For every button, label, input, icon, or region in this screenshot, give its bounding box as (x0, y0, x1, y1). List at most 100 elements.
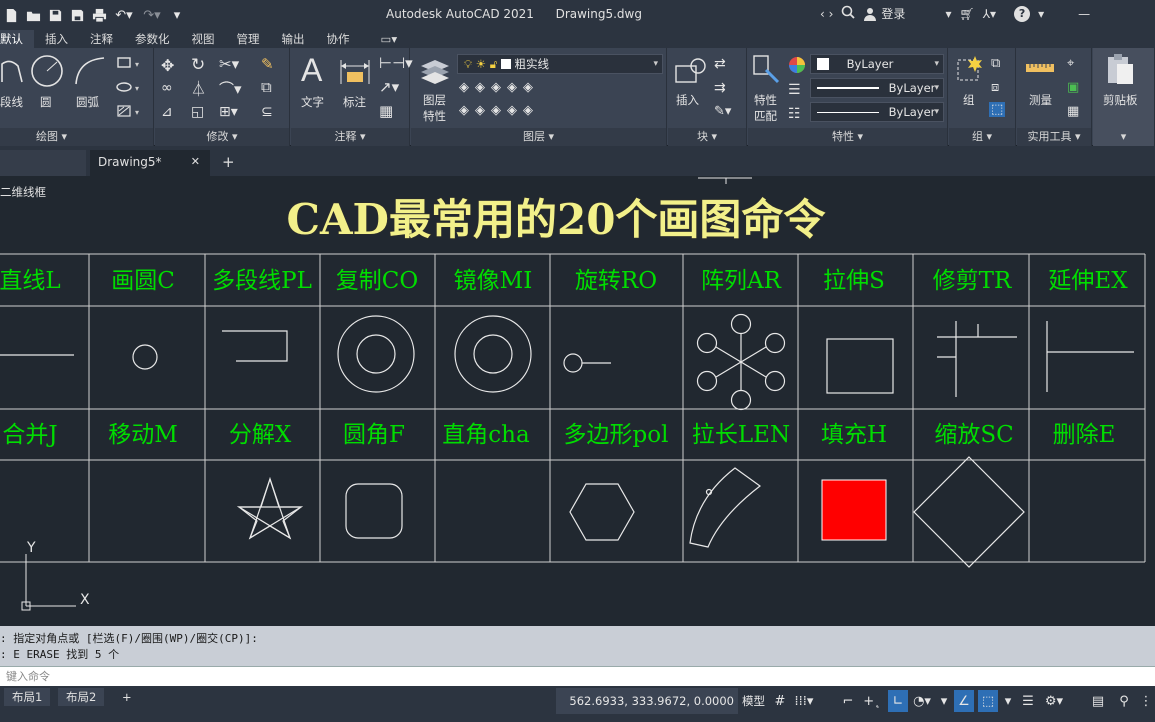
move-icon[interactable]: ✥ (161, 56, 174, 75)
snap-icon[interactable]: ⁞⁞⁞▾ (794, 690, 814, 712)
login-dropdown-icon[interactable]: ▾ (945, 7, 951, 21)
help-dropdown-icon[interactable]: ▾ (1038, 7, 1044, 21)
match-properties-icon[interactable] (752, 54, 782, 84)
properties-panel-title[interactable]: 特性 ▾ (748, 128, 947, 146)
dimension-icon[interactable] (339, 56, 371, 86)
color-dropdown[interactable]: ByLayer ▾ (810, 54, 944, 74)
tab-annotate[interactable]: 注释 (79, 30, 124, 48)
group-selection-icon[interactable]: ⬚ (989, 102, 1006, 117)
hatch-icon[interactable]: ▾ (116, 104, 144, 118)
annotation-scale-icon[interactable]: ⚲ (1114, 690, 1134, 712)
mirror-icon[interactable]: ⏃ (191, 78, 206, 99)
edit-block-icon[interactable]: ⇉ (714, 80, 726, 96)
login-button[interactable]: 登录 (863, 5, 905, 22)
stretch-icon[interactable]: ⊿ (161, 104, 173, 120)
layer-properties-label-1[interactable]: 图层 (423, 92, 446, 108)
text-icon[interactable]: A (301, 52, 322, 89)
add-layout-button[interactable]: + (114, 688, 140, 706)
polyline-label[interactable]: 段线 (0, 94, 23, 110)
text-label[interactable]: 文字 (301, 94, 324, 110)
rotate-icon[interactable]: ↻ (191, 55, 205, 75)
group-panel-title[interactable]: 组 ▾ (949, 128, 1015, 146)
offset-icon[interactable]: ⊆ (261, 104, 273, 120)
command-input[interactable]: 键入命令 (0, 666, 1155, 686)
draw-panel-title[interactable]: 绘图 ▾ (0, 128, 153, 146)
erase-icon[interactable]: ✎ (261, 55, 274, 73)
linetype-dropdown[interactable]: ByLayer ▾ (810, 78, 944, 98)
help-icon[interactable]: ? (1014, 5, 1031, 22)
rectangle-icon[interactable]: ▾ (116, 56, 144, 70)
quick-select-icon[interactable]: ▣ (1067, 80, 1079, 95)
layer-properties-label-2[interactable]: 特性 (423, 108, 446, 124)
close-icon[interactable]: ✕ (191, 150, 200, 174)
arc-icon[interactable] (72, 54, 108, 88)
drawing-canvas[interactable]: 二维线框 CAD最常用的20个画图命令 直线L 画圆C 多段线PL 复制CO 镜… (0, 176, 1155, 626)
linear-dim-icon[interactable]: ⊢⊣▾ (379, 54, 413, 72)
ungroup-icon[interactable]: ⧉ (991, 56, 1000, 71)
create-block-icon[interactable]: ⇄ (714, 56, 726, 72)
tab-insert[interactable]: 插入 (34, 30, 79, 48)
explode-icon[interactable]: ⧉ (261, 78, 272, 96)
undo-icon[interactable]: ↶▾ (112, 5, 136, 25)
ortho-icon[interactable]: ∟ (888, 690, 908, 712)
arc-label[interactable]: 圆弧 (76, 94, 99, 110)
match-label-1[interactable]: 特性 (754, 92, 777, 108)
polar-tracking-icon[interactable]: ◔▾ (912, 690, 932, 712)
circle-label[interactable]: 圆 (40, 94, 52, 110)
array-icon[interactable]: ⊞▾ (219, 104, 238, 120)
paste-icon[interactable] (1105, 52, 1135, 86)
ellipse-icon[interactable]: ▾ (116, 80, 144, 94)
block-panel-title[interactable]: 块 ▾ (668, 128, 746, 146)
ribbon-options-icon[interactable]: ▭▾ (361, 30, 409, 48)
search-arrows-icon[interactable]: ‹ › (820, 7, 833, 21)
lineweight-icon[interactable]: ☰ (788, 82, 801, 98)
measure-icon[interactable] (1025, 62, 1055, 76)
table-icon[interactable]: ▦ (379, 102, 393, 120)
print-icon[interactable] (90, 5, 108, 25)
modify-panel-title[interactable]: 修改 ▾ (155, 128, 289, 146)
new-file-icon[interactable] (2, 5, 20, 25)
copy-icon[interactable]: ∞ (161, 80, 173, 96)
infer-constraints-icon[interactable]: ⌐ (838, 690, 858, 712)
group-edit-icon[interactable]: ⧈ (991, 80, 999, 95)
tab-collaborate[interactable]: 协作 (316, 30, 361, 48)
save-as-icon[interactable] (68, 5, 86, 25)
insert-block-icon[interactable] (674, 56, 706, 86)
customize-qat-icon[interactable]: ▾ (168, 5, 186, 25)
paste-label[interactable]: 剪贴板 (1103, 92, 1138, 108)
fillet-icon[interactable]: ⌒▾ (219, 78, 242, 99)
tab-view[interactable]: 视图 (181, 30, 226, 48)
scale-icon[interactable]: ◱ (191, 104, 204, 120)
dynamic-input-icon[interactable]: +˛ (862, 690, 882, 712)
minimize-icon[interactable]: — (1078, 7, 1090, 21)
polyline-icon[interactable] (0, 56, 24, 86)
clean-screen-icon[interactable]: ⋮ (1136, 690, 1155, 712)
layers-panel-title[interactable]: 图层 ▾ (411, 128, 666, 146)
cart-icon[interactable]: 🛒︎ (959, 7, 974, 21)
tab-layout2[interactable]: 布局2 (58, 688, 105, 706)
trim-icon[interactable]: ✂▾ (219, 55, 239, 73)
group-label[interactable]: 组 (963, 92, 975, 108)
new-tab-button[interactable]: + (222, 150, 235, 176)
id-point-icon[interactable]: ⌖ (1067, 56, 1074, 71)
tab-output[interactable]: 输出 (271, 30, 316, 48)
color-wheel-icon[interactable] (788, 56, 806, 74)
leader-icon[interactable]: ↗▾ (379, 78, 399, 96)
object-snap-dropdown-icon[interactable]: ▾ (998, 690, 1018, 712)
clipboard-panel-title[interactable]: ▾ (1093, 128, 1154, 146)
utilities-panel-title[interactable]: 实用工具 ▾ (1017, 128, 1091, 146)
layer-properties-icon[interactable] (419, 54, 451, 86)
save-icon[interactable] (46, 5, 64, 25)
layer-dropdown[interactable]: 💡︎ ☀ 🔓︎ 粗实线 ▾ (457, 54, 663, 74)
tab-previous-drawing[interactable] (0, 150, 86, 176)
customize-icon[interactable]: ▤ (1088, 690, 1108, 712)
block-attributes-icon[interactable]: ✎▾ (714, 104, 731, 119)
circle-icon[interactable] (30, 54, 64, 88)
calculator-icon[interactable]: ▦ (1067, 104, 1079, 119)
autodesk-a360-icon[interactable]: ⅄▾ (983, 7, 996, 21)
group-icon[interactable] (955, 54, 985, 84)
tab-layout1[interactable]: 布局1 (4, 688, 51, 706)
layer-tools-row-2-icon[interactable]: ◈◈◈◈◈ (459, 103, 539, 118)
settings-gear-icon[interactable]: ⚙▾ (1044, 690, 1064, 712)
redo-icon[interactable]: ↷▾ (140, 5, 164, 25)
